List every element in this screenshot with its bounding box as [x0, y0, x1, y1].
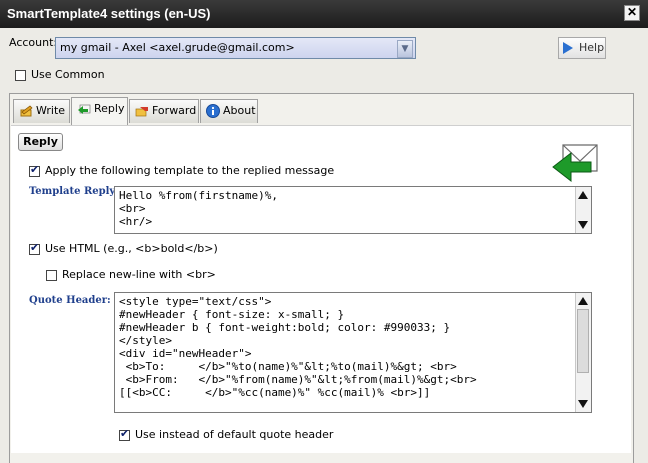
use-common-row: Use Common	[15, 68, 105, 81]
tab-reply-label: Reply	[94, 102, 125, 115]
tab-write-label: Write	[36, 104, 66, 117]
forward-hand-icon	[135, 107, 148, 117]
chevron-down-icon[interactable]: ▼	[397, 40, 413, 58]
account-label: Account:	[9, 36, 58, 49]
reply-section-button[interactable]: Reply	[18, 133, 63, 151]
quote-header-textarea[interactable]: <style type="text/css"> #newHeader { fon…	[114, 292, 592, 413]
scroll-down-icon[interactable]	[578, 221, 588, 229]
template-reply-text: Hello %from(firstname)%, <br> <hr/>	[119, 189, 278, 228]
tab-reply[interactable]: Reply	[71, 97, 128, 125]
tab-about-label: About	[223, 104, 256, 117]
account-select-value: my gmail - Axel <axel.grude@gmail.com>	[60, 41, 295, 54]
apply-template-row: Apply the following template to the repl…	[29, 163, 335, 177]
tab-forward-label: Forward	[152, 104, 197, 117]
use-html-label: Use HTML (e.g., <b>bold</b>)	[45, 242, 218, 255]
use-instead-checkbox[interactable]	[119, 427, 130, 441]
tab-about[interactable]: About	[200, 99, 258, 123]
close-button[interactable]: ✕	[624, 5, 640, 21]
replace-newline-checkbox[interactable]	[46, 269, 57, 281]
scroll-down-icon[interactable]	[578, 400, 588, 408]
tab-write[interactable]: Write	[13, 99, 70, 123]
replace-newline-label: Replace new-line with <br>	[62, 268, 216, 281]
use-common-checkbox[interactable]	[15, 69, 26, 81]
window-title: SmartTemplate4 settings (en-US)	[7, 6, 211, 21]
use-html-row: Use HTML (e.g., <b>bold</b>)	[29, 241, 218, 255]
reply-envelope-icon	[552, 144, 598, 183]
info-icon	[206, 104, 220, 118]
help-button[interactable]: Help	[558, 37, 606, 59]
use-html-checkbox[interactable]	[29, 241, 40, 255]
quote-header-scrollbar[interactable]	[575, 293, 591, 412]
tab-forward[interactable]: Forward	[129, 99, 199, 123]
use-common-label: Use Common	[31, 68, 105, 81]
reply-arrow-icon	[78, 104, 91, 114]
scrollbar-thumb[interactable]	[577, 309, 589, 373]
pencil-icon	[20, 105, 33, 117]
scroll-up-icon[interactable]	[578, 191, 588, 199]
use-instead-row: Use instead of default quote header	[119, 427, 334, 441]
template-reply-textarea[interactable]: Hello %from(firstname)%, <br> <hr/>	[114, 186, 592, 234]
close-icon: ✕	[626, 5, 638, 19]
help-play-icon	[563, 42, 573, 54]
apply-template-label: Apply the following template to the repl…	[45, 164, 335, 177]
quote-header-text: <style type="text/css"> #newHeader { fon…	[119, 295, 477, 399]
scroll-up-icon[interactable]	[578, 297, 588, 305]
replace-newline-row: Replace new-line with <br>	[46, 268, 216, 281]
account-select[interactable]: my gmail - Axel <axel.grude@gmail.com> ▼	[55, 37, 416, 59]
use-instead-label: Use instead of default quote header	[135, 428, 334, 441]
window-title-bar: SmartTemplate4 settings (en-US) ✕	[0, 0, 648, 28]
template-reply-label: Template Reply:	[29, 186, 119, 197]
quote-header-label: Quote Header:	[29, 295, 111, 306]
template-reply-scrollbar[interactable]	[575, 187, 591, 233]
help-button-label: Help	[579, 41, 605, 54]
apply-template-checkbox[interactable]	[29, 163, 40, 177]
